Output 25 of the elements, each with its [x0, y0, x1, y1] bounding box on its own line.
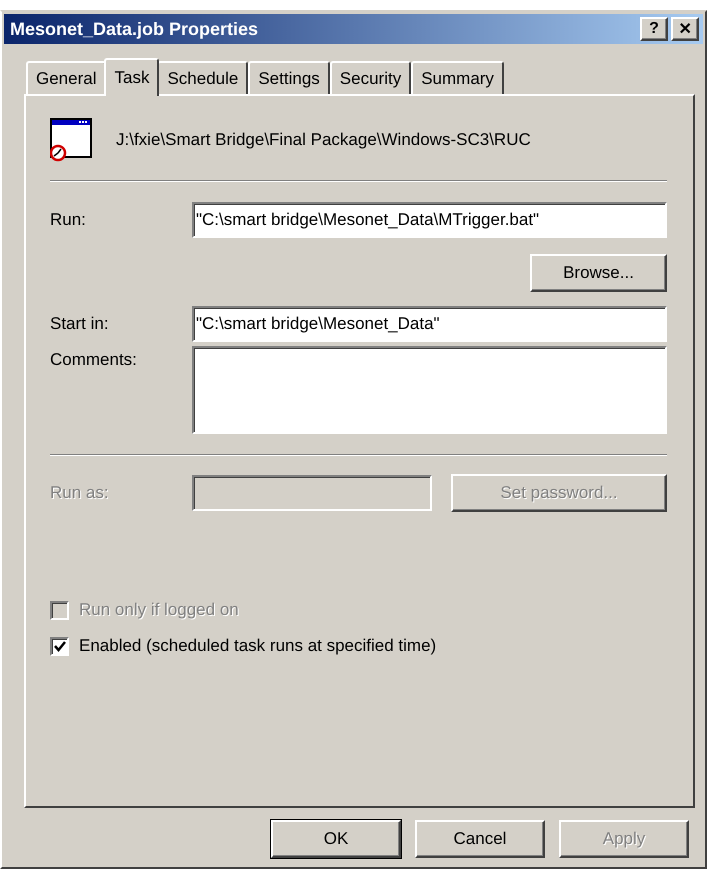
checkbox-label: Enabled (scheduled task runs at specified time)	[79, 636, 436, 656]
window-clock-icon	[50, 118, 92, 162]
tab[interactable]: Settings	[248, 61, 330, 94]
help-button[interactable]: ?	[640, 17, 668, 41]
close-button[interactable]: ✕	[671, 17, 699, 41]
tab[interactable]: Summary	[411, 61, 504, 94]
checkbox-label: Run only if logged on	[79, 600, 239, 620]
run-as-label: Run as:	[50, 483, 110, 503]
dialog-button[interactable]: Cancel	[415, 820, 545, 858]
browse-button[interactable]: Browse...	[530, 254, 667, 292]
tab[interactable]: Schedule	[157, 61, 248, 94]
run-field[interactable]: "C:\smart bridge\Mesonet_Data\MTrigger.bat"	[192, 202, 667, 238]
checkmark-icon	[54, 640, 66, 652]
dialog-button[interactable]: OK	[271, 820, 401, 858]
run-label: Run:	[50, 210, 87, 230]
window-title: Mesonet_Data.job Properties	[10, 18, 260, 40]
checkbox[interactable]	[50, 636, 69, 656]
start-in-label: Start in:	[50, 314, 110, 334]
tab[interactable]: Security	[330, 61, 412, 94]
start-in-field[interactable]: "C:\smart bridge\Mesonet_Data"	[192, 306, 667, 342]
comments-field[interactable]	[192, 346, 667, 434]
task-path: J:\fxie\Smart Bridge\Final Package\Windows-SC3\RUC	[116, 130, 531, 150]
tab[interactable]: Task	[104, 58, 160, 96]
comments-label: Comments:	[50, 349, 138, 370]
tab[interactable]: General	[26, 61, 106, 94]
